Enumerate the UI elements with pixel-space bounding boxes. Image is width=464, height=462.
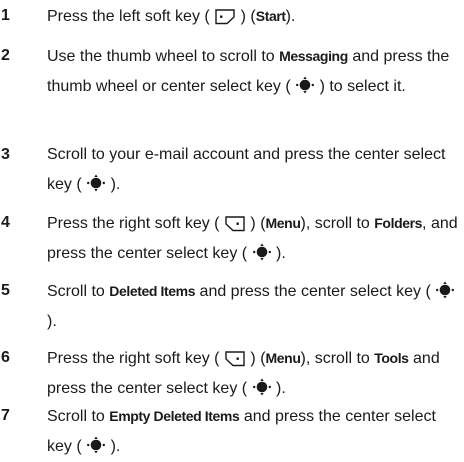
step-text: Scroll to your e-mail account and press … [47,140,461,200]
center-select-key-icon [295,75,315,95]
step-text: Scroll to Deleted Items and press the ce… [47,276,461,337]
step-text-fragment: ), scroll to [300,350,375,367]
step-number: 3 [1,146,10,163]
key-label: Start [255,8,286,24]
step-text: Press the right soft key ( ) (Menu), scr… [47,208,461,269]
step-number: 6 [1,349,10,366]
step-text-fragment: ). [276,380,286,397]
step-text-fragment: Press the right soft key ( [47,215,220,232]
step-6: 6 Press the right soft key ( ) (Menu), s… [0,343,464,403]
step-text-fragment: ), scroll to [300,215,375,232]
step-1: 1 Press the left soft key ( ) (Start). [0,1,464,31]
center-select-key-icon [86,435,106,455]
key-label: Empty Deleted Items [109,408,240,424]
step-number: 7 [1,407,10,424]
step-text-fragment: Use the thumb wheel to scroll to [47,48,280,65]
step-text-fragment: ). [47,313,57,330]
center-select-key-icon [252,242,272,262]
step-text-fragment: ). [276,245,286,262]
step-text-fragment: Press the left soft key ( [47,8,210,25]
step-text-fragment: ). [110,176,121,193]
center-select-key-icon [252,377,272,397]
step-text: Use the thumb wheel to scroll to Messagi… [47,41,461,102]
key-label: Deleted Items [109,283,196,299]
step-text-fragment: Scroll to [47,408,110,425]
step-text-fragment: ). [285,8,296,25]
step-text-fragment: and press the center select key ( [195,283,431,300]
key-label: Tools [374,350,409,366]
key-label: Menu [265,350,301,366]
step-text: Press the left soft key ( ) (Start). [47,1,461,32]
center-select-key-icon [435,280,455,300]
step-2: 2 Use the thumb wheel to scroll to Messa… [0,41,464,131]
step-text-fragment: ) ( [250,350,266,367]
step-4: 4 Press the right soft key ( ) (Menu), s… [0,208,464,268]
key-label: Messaging [279,48,348,64]
right-soft-key-icon [224,350,246,367]
step-number: 2 [1,47,10,64]
key-label: Folders [374,215,423,231]
step-text-fragment: ). [110,438,121,455]
step-number: 5 [1,282,10,299]
step-text-fragment: ) ( [250,215,266,232]
left-soft-key-icon [214,8,236,25]
step-text: Scroll to Empty Deleted Items and press … [47,401,461,462]
step-text: Press the right soft key ( ) (Menu), scr… [47,343,461,404]
step-3: 3 Scroll to your e-mail account and pres… [0,140,464,200]
step-number: 4 [1,214,10,231]
step-text-fragment: Scroll to [47,283,110,300]
step-text-fragment: Press the right soft key ( [47,350,220,367]
step-text-fragment: ) to select it. [319,78,406,95]
step-7: 7 Scroll to Empty Deleted Items and pres… [0,401,464,461]
key-label: Menu [265,215,301,231]
step-text-fragment: Scroll to your e-mail account and press … [47,146,446,193]
step-text-fragment: ) ( [240,8,256,25]
step-5: 5 Scroll to Deleted Items and press the … [0,276,464,336]
right-soft-key-icon [224,215,246,232]
step-number: 1 [1,7,10,24]
center-select-key-icon [86,173,106,193]
